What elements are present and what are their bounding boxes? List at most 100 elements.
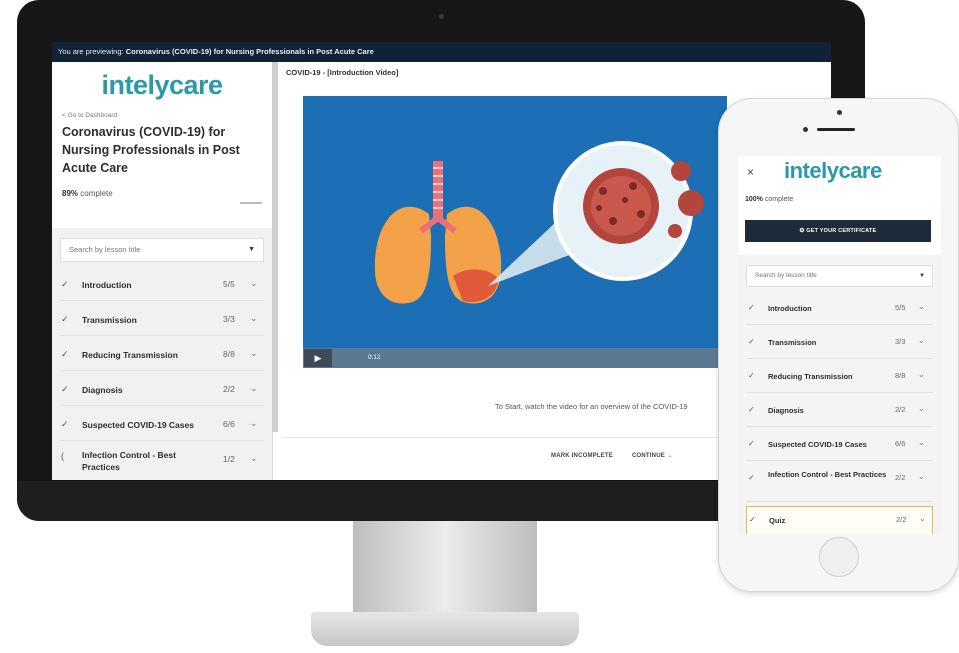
- chevron-down-icon[interactable]: ⌄: [250, 453, 258, 464]
- check-icon: ✓: [61, 419, 69, 429]
- video-title: COVID-19 - [Introduction Video]: [286, 68, 399, 77]
- lesson-label: Introduction: [82, 280, 132, 290]
- lesson-item-infection-control[interactable]: ✓ Infection Control - Best Practices 2/2…: [746, 465, 933, 502]
- lesson-label: Transmission: [768, 338, 817, 347]
- check-icon: ✓: [61, 279, 69, 289]
- lesson-label: Introduction: [768, 304, 812, 313]
- chevron-down-icon[interactable]: ⌄: [250, 313, 258, 324]
- lesson-item-transmission[interactable]: ✓ Transmission 3/3 ⌄: [60, 305, 264, 336]
- mark-incomplete-button[interactable]: MARK INCOMPLETE: [551, 453, 613, 459]
- desktop-screen: You are previewing: Coronavirus (COVID-1…: [52, 42, 831, 480]
- lesson-label: Diagnosis: [82, 385, 123, 395]
- lesson-label: Suspected COVID-19 Cases: [768, 440, 867, 449]
- chevron-down-icon[interactable]: ⌄: [250, 278, 258, 289]
- video-player[interactable]: ▶ 0:12: [303, 96, 727, 368]
- lesson-search-select[interactable]: Search by lesson title ▼: [746, 265, 933, 287]
- lesson-count: 3/3: [223, 314, 235, 324]
- certificate-label: GET YOUR CERTIFICATE: [806, 228, 877, 234]
- progress-percent: 89%: [62, 189, 79, 198]
- play-icon[interactable]: ▶: [304, 349, 332, 367]
- lesson-label: Transmission: [82, 315, 137, 325]
- phone-home-button[interactable]: [819, 537, 859, 577]
- preview-course-title: Coronavirus (COVID-19) for Nursing Profe…: [125, 47, 374, 56]
- chevron-down-icon[interactable]: ⌄: [918, 370, 925, 379]
- lesson-label: Reducing Transmission: [768, 372, 853, 381]
- lesson-count: 2/2: [895, 473, 906, 482]
- check-icon: ✓: [748, 337, 755, 346]
- lesson-count: 5/5: [895, 303, 906, 312]
- chevron-down-icon[interactable]: ⌄: [918, 472, 925, 481]
- lesson-count: 6/6: [895, 439, 906, 448]
- lesson-count: 2/2: [895, 405, 906, 414]
- go-to-dashboard-link[interactable]: < Go to Dashboard: [62, 112, 262, 119]
- chevron-down-icon[interactable]: ⌄: [250, 418, 258, 429]
- video-frame-illustration: [303, 96, 727, 348]
- chevron-down-icon[interactable]: ⌄: [918, 336, 925, 345]
- lesson-item-suspected-cases[interactable]: ✓ Suspected COVID-19 Cases 6/6 ⌄: [746, 431, 933, 461]
- course-title: Coronavirus (COVID-19) for Nursing Profe…: [62, 125, 240, 175]
- chevron-down-icon[interactable]: ⌄: [918, 404, 925, 413]
- lesson-caption: To Start, watch the video for an overvie…: [495, 402, 688, 411]
- lesson-label: Diagnosis: [768, 406, 804, 415]
- caret-down-icon: ▼: [248, 246, 255, 253]
- progress-text: 100% complete: [745, 196, 793, 203]
- lesson-search-placeholder: Search by lesson title: [69, 245, 141, 254]
- chevron-down-icon[interactable]: ⌄: [919, 514, 926, 523]
- phone-front-camera: [803, 127, 808, 132]
- chevron-down-icon[interactable]: ⌄: [918, 302, 925, 311]
- lesson-label: Quiz: [769, 516, 786, 525]
- intelycare-logo[interactable]: intelycare: [784, 158, 882, 184]
- check-icon: ✓: [748, 473, 755, 482]
- lesson-item-transmission[interactable]: ✓ Transmission 3/3 ⌄: [746, 329, 933, 359]
- chevron-down-icon[interactable]: ⌄: [918, 438, 925, 447]
- intelycare-logo[interactable]: intelycare: [62, 62, 262, 101]
- phone-camera: [837, 110, 842, 115]
- progress-word: complete: [764, 196, 794, 203]
- loading-icon: (: [61, 451, 64, 461]
- lesson-search-select[interactable]: Search by lesson title ▼: [60, 238, 264, 262]
- preview-bar: You are previewing: Coronavirus (COVID-1…: [52, 42, 831, 62]
- close-icon[interactable]: ×: [747, 165, 754, 179]
- lesson-count: 1/2: [223, 454, 235, 464]
- lesson-item-diagnosis[interactable]: ✓ Diagnosis 2/2 ⌄: [746, 397, 933, 427]
- chevron-down-icon[interactable]: ⌄: [250, 383, 258, 394]
- lesson-item-infection-control[interactable]: ( Infection Control - Best Practices 1/2…: [60, 445, 264, 480]
- lesson-label: Infection Control - Best Practices: [82, 450, 176, 472]
- progress-text: 89% complete: [62, 189, 262, 198]
- caret-down-icon: ▼: [919, 273, 925, 279]
- check-icon: ✓: [61, 349, 69, 359]
- lesson-item-diagnosis[interactable]: ✓ Diagnosis 2/2 ⌄: [60, 375, 264, 406]
- mobile-screen: × intelycare 100% complete ✪ GET YOUR CE…: [738, 156, 941, 534]
- lesson-item-quiz[interactable]: ✓ Quiz 2/2 ⌄: [746, 506, 933, 534]
- phone-speaker: [817, 128, 855, 131]
- lesson-item-reducing-transmission[interactable]: ✓ Reducing Transmission 8/8 ⌄: [60, 340, 264, 371]
- monitor-stand-neck: [353, 521, 537, 613]
- sidebar-scrollbar[interactable]: [272, 62, 278, 432]
- lesson-count: 8/8: [223, 349, 235, 359]
- lesson-count: 5/5: [223, 279, 235, 289]
- lesson-label: Reducing Transmission: [82, 350, 178, 360]
- get-certificate-button[interactable]: ✪ GET YOUR CERTIFICATE: [745, 220, 931, 242]
- preview-prefix: You are previewing:: [58, 47, 124, 56]
- monitor-stand-base: [311, 612, 579, 646]
- continue-button[interactable]: CONTINUE →: [632, 453, 673, 459]
- progress-word: complete: [80, 189, 113, 198]
- lesson-item-introduction[interactable]: ✓ Introduction 5/5 ⌄: [60, 270, 264, 301]
- lesson-item-introduction[interactable]: ✓ Introduction 5/5 ⌄: [746, 295, 933, 325]
- monitor-camera: [439, 14, 444, 19]
- lesson-label: Infection Control - Best Practices: [768, 470, 887, 479]
- lesson-search-placeholder: Search by lesson title: [755, 272, 817, 279]
- lesson-item-reducing-transmission[interactable]: ✓ Reducing Transmission 8/8 ⌄: [746, 363, 933, 393]
- chevron-down-icon[interactable]: ⌄: [250, 348, 258, 359]
- video-controls: ▶ 0:12: [303, 348, 727, 368]
- lesson-item-suspected-cases[interactable]: ✓ Suspected COVID-19 Cases 6/6 ⌄: [60, 410, 264, 441]
- lesson-label: Suspected COVID-19 Cases: [82, 420, 194, 430]
- course-header-card: intelycare < Go to Dashboard Coronavirus…: [52, 62, 272, 228]
- check-icon: ✓: [61, 384, 69, 394]
- mobile-phone: × intelycare 100% complete ✪ GET YOUR CE…: [718, 98, 959, 592]
- course-sidebar: intelycare < Go to Dashboard Coronavirus…: [52, 62, 273, 480]
- lesson-count: 2/2: [896, 515, 907, 524]
- check-icon: ✓: [748, 303, 755, 312]
- lesson-count: 3/3: [895, 337, 906, 346]
- lesson-count: 2/2: [223, 384, 235, 394]
